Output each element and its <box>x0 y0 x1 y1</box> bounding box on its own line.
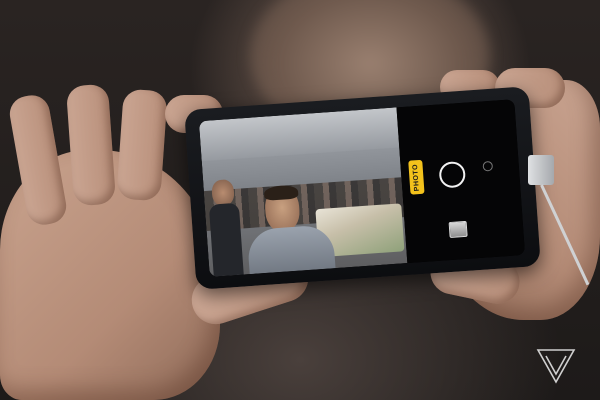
camera-controls: PHOTO <box>396 99 526 264</box>
viewfinder-selfie-subject <box>244 184 336 277</box>
camera-viewfinder <box>198 107 408 277</box>
smartphone: PHOTO <box>184 86 541 290</box>
switch-camera-icon[interactable] <box>482 160 494 172</box>
usb-connector <box>528 155 554 185</box>
left-finger <box>116 88 168 202</box>
subject-body <box>246 224 336 277</box>
left-finger <box>65 83 117 207</box>
bystander-body <box>208 202 244 277</box>
phone-screen: PHOTO <box>198 99 526 277</box>
gallery-thumbnail-icon[interactable] <box>448 220 468 239</box>
viewfinder-ceiling <box>198 107 400 162</box>
bystander-head <box>211 179 235 207</box>
camera-mode-label[interactable]: PHOTO <box>408 159 425 195</box>
shutter-ring-icon[interactable] <box>438 160 467 189</box>
photo-scene: PHOTO <box>0 0 600 400</box>
verge-logo-icon <box>536 349 576 384</box>
